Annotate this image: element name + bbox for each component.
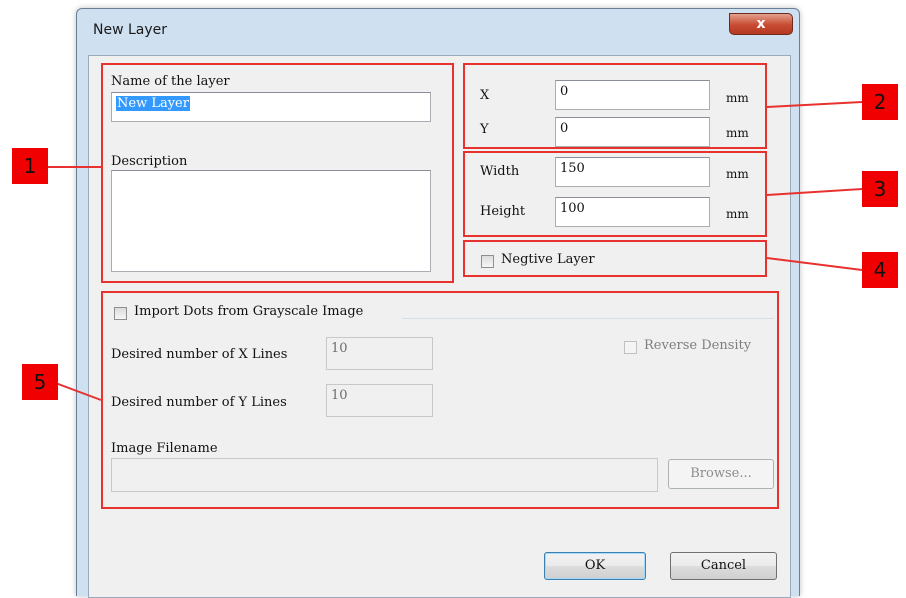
- callout-2: 2: [862, 84, 898, 120]
- callout-connectors: [45, 101, 863, 401]
- connector-2: [766, 101, 863, 108]
- connector-4: [766, 257, 863, 271]
- connector-3: [766, 188, 863, 196]
- callout-3: 3: [862, 171, 898, 207]
- callout-1: 1: [12, 148, 48, 184]
- callout-4: 4: [862, 252, 898, 288]
- callout-5: 5: [22, 364, 58, 400]
